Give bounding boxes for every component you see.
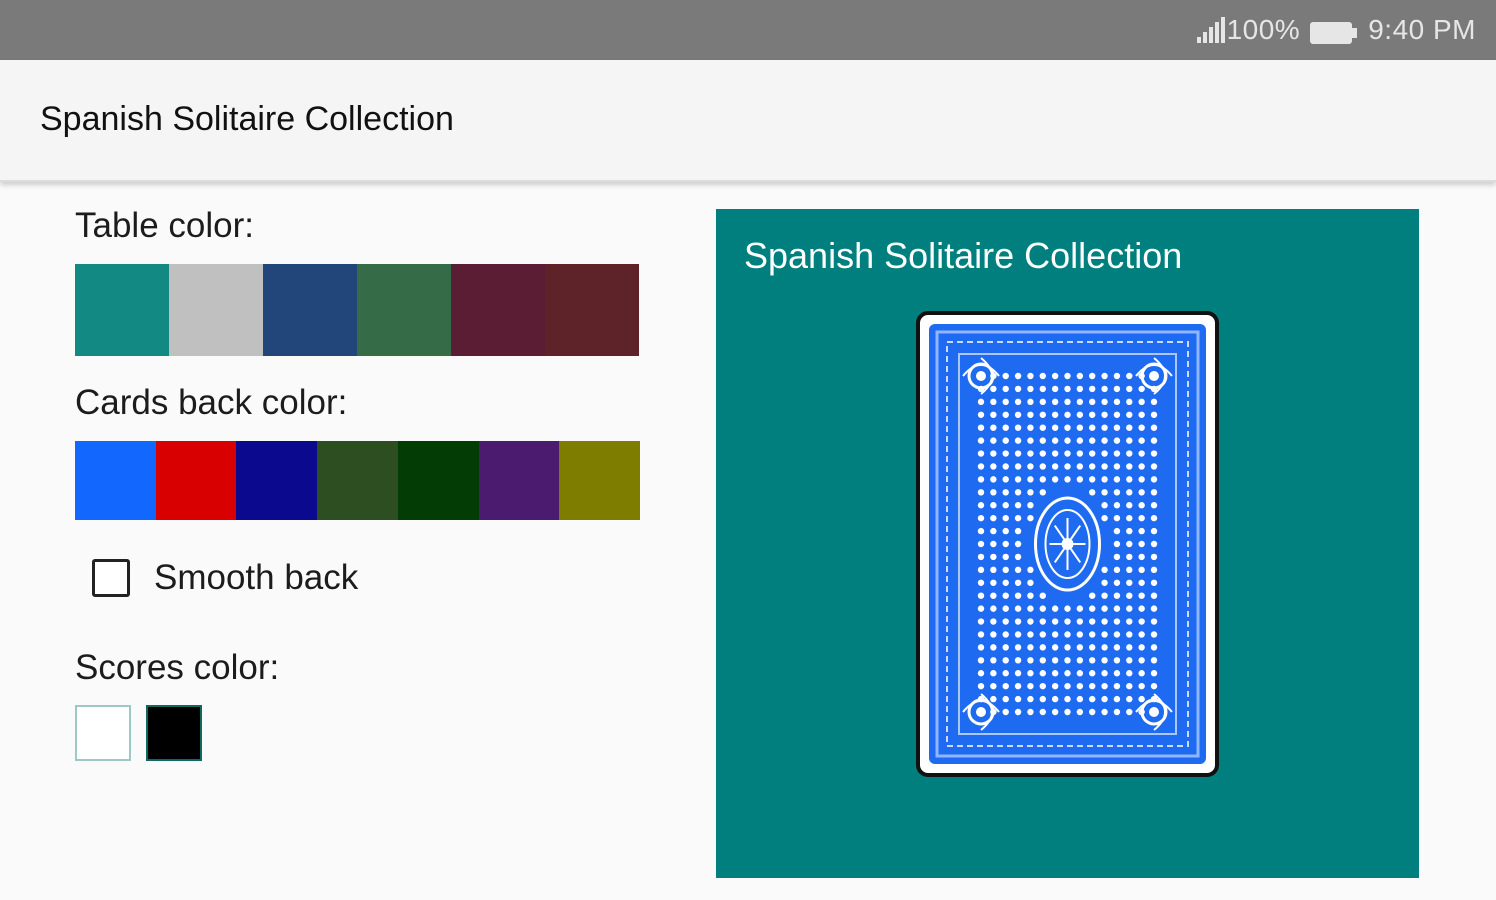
app-title: Spanish Solitaire Collection bbox=[40, 100, 454, 138]
table-color-swatch-5[interactable] bbox=[451, 264, 545, 356]
card-back-color-swatch-5[interactable] bbox=[397, 441, 479, 520]
battery-percent: 100% bbox=[1226, 14, 1301, 45]
signal-icon bbox=[1195, 17, 1225, 43]
status-indicators: 100% 9:40 PM bbox=[1195, 12, 1476, 48]
table-color-swatch-6[interactable] bbox=[545, 264, 639, 356]
smooth-back-label: Smooth back bbox=[154, 558, 359, 597]
card-back-color-swatch-4[interactable] bbox=[317, 441, 398, 520]
score-color-swatch-black[interactable] bbox=[146, 705, 202, 761]
card-back-preview bbox=[916, 311, 1219, 777]
table-color-swatch-4[interactable] bbox=[357, 264, 451, 356]
card-back-color-label: Cards back color: bbox=[75, 383, 348, 422]
smooth-back-option[interactable]: Smooth back bbox=[92, 558, 358, 598]
score-color-swatch-white[interactable] bbox=[75, 705, 131, 761]
battery-icon bbox=[1310, 19, 1358, 44]
table-color-label: Table color: bbox=[75, 206, 254, 245]
card-back-color-swatch-1[interactable] bbox=[75, 441, 156, 520]
table-color-swatch-3[interactable] bbox=[263, 264, 357, 356]
table-preview: Spanish Solitaire Collection bbox=[716, 209, 1419, 878]
card-back-color-swatch-6[interactable] bbox=[478, 441, 560, 520]
scores-color-label: Scores color: bbox=[75, 648, 280, 687]
app-bar: Spanish Solitaire Collection bbox=[0, 60, 1496, 182]
card-back-color-swatch-2[interactable] bbox=[155, 441, 237, 520]
card-back-color-picker bbox=[75, 441, 641, 520]
checkbox-icon[interactable] bbox=[92, 559, 130, 597]
preview-title: Spanish Solitaire Collection bbox=[744, 235, 1183, 276]
table-color-swatch-2[interactable] bbox=[169, 264, 263, 356]
card-back-color-swatch-3[interactable] bbox=[236, 441, 318, 520]
clock: 9:40 PM bbox=[1368, 14, 1476, 45]
status-bar: 100% 9:40 PM bbox=[0, 0, 1496, 60]
table-color-picker bbox=[75, 264, 639, 356]
card-back-color-swatch-7[interactable] bbox=[559, 441, 641, 520]
card-back-pattern bbox=[929, 324, 1206, 764]
table-color-swatch-1[interactable] bbox=[75, 264, 169, 356]
